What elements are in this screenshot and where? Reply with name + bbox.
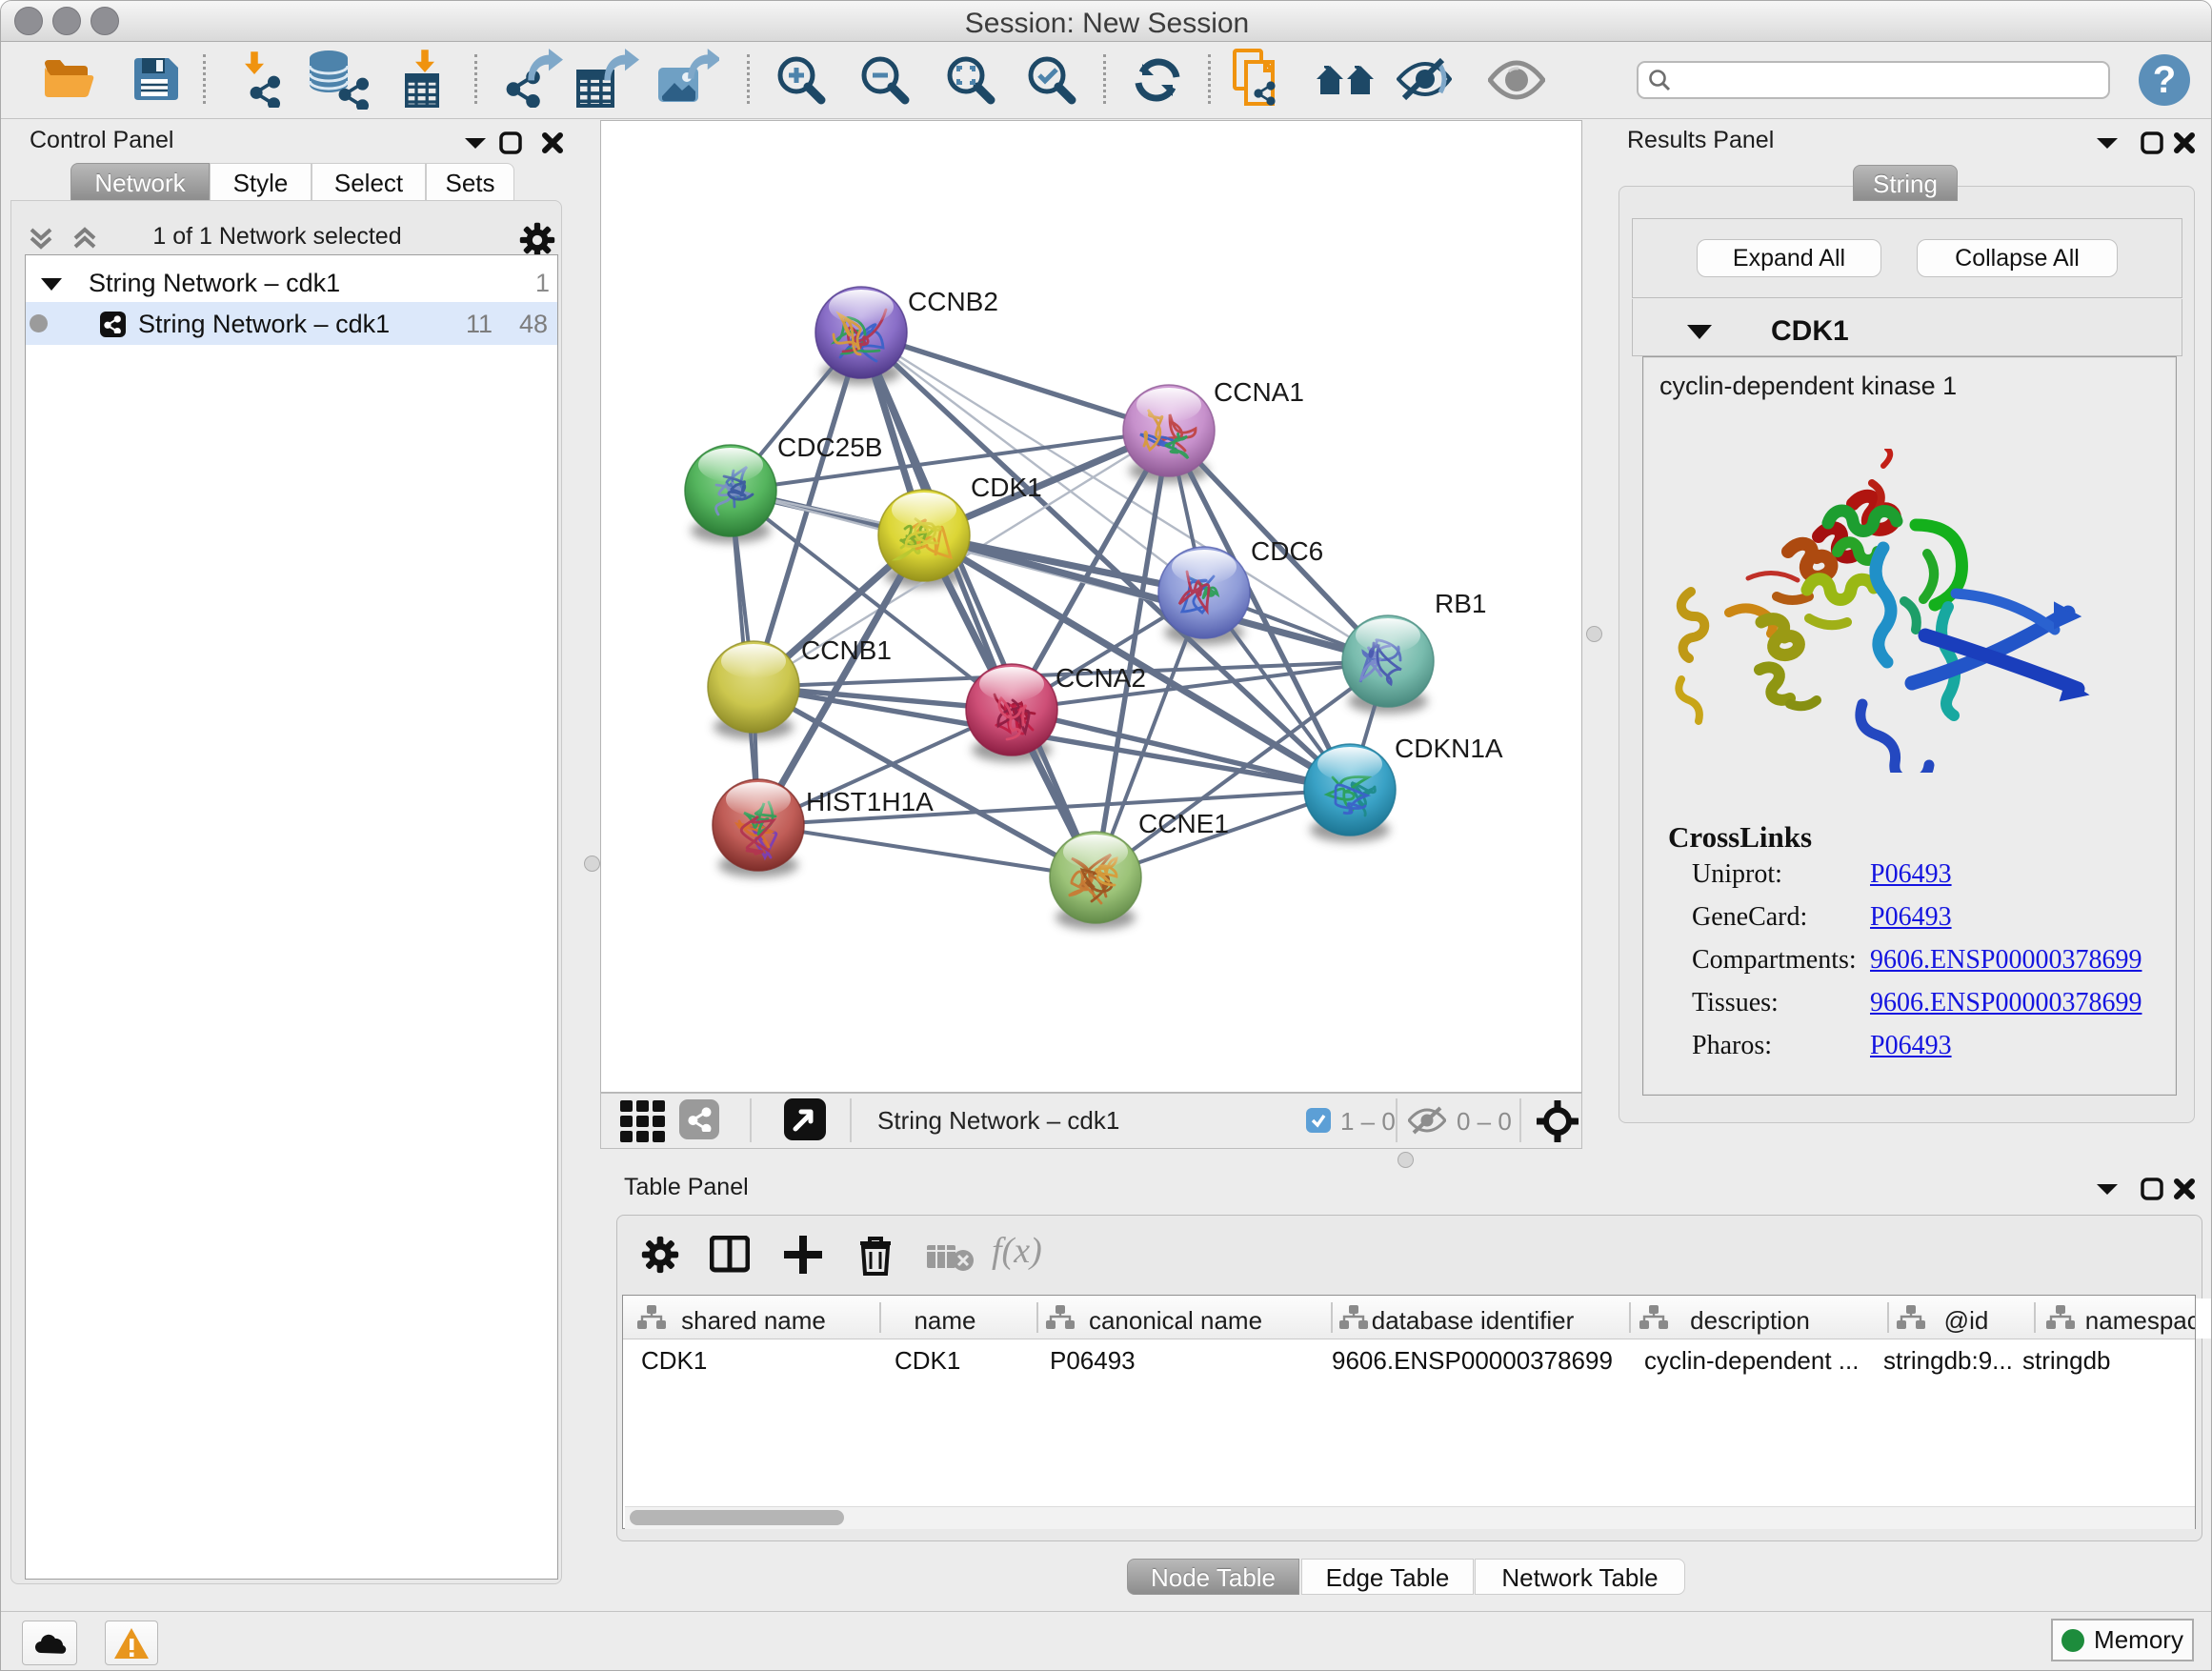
svg-text:CDC6: CDC6 xyxy=(1251,536,1323,566)
svg-text:CDC25B: CDC25B xyxy=(777,433,882,462)
svg-text:CCNA1: CCNA1 xyxy=(1214,377,1304,407)
svg-text:CCNE1: CCNE1 xyxy=(1138,809,1229,838)
svg-text:CCNA2: CCNA2 xyxy=(1056,663,1146,693)
svg-text:CCNB1: CCNB1 xyxy=(801,635,892,665)
svg-text:CDKN1A: CDKN1A xyxy=(1395,734,1503,763)
svg-text:CCNB2: CCNB2 xyxy=(908,287,998,316)
svg-text:HIST1H1A: HIST1H1A xyxy=(806,787,934,816)
svg-text:RB1: RB1 xyxy=(1435,589,1486,618)
svg-text:CDK1: CDK1 xyxy=(971,473,1042,502)
